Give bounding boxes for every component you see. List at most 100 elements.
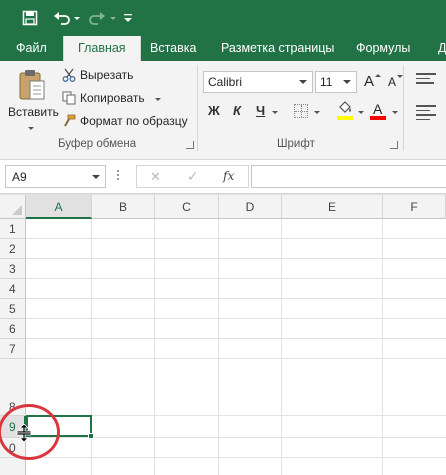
fill-handle[interactable] (88, 433, 94, 439)
format-painter-icon (64, 114, 76, 127)
font-color-letter: A (373, 101, 383, 117)
copy-button[interactable]: Копировать (62, 90, 192, 110)
tab-home[interactable]: Главная (63, 36, 141, 61)
group-separator (197, 65, 198, 151)
formula-buttons: ✕ ✓ fx (136, 165, 249, 188)
underline-dropdown-icon[interactable] (272, 111, 278, 114)
paste-dropdown-icon[interactable] (28, 127, 34, 130)
font-color-dropdown-icon[interactable] (392, 111, 398, 114)
paste-icon (19, 70, 45, 100)
row-header-4[interactable]: 4 (0, 279, 26, 299)
font-name-value: Calibri (208, 75, 243, 89)
cut-label: Вырезать (80, 68, 134, 82)
font-group-label: Шрифт (277, 138, 315, 150)
gridline (26, 318, 446, 319)
font-size-combo[interactable]: 11 (315, 71, 357, 93)
underline-button[interactable]: Ч (256, 103, 265, 118)
tab-insert[interactable]: Вставка (150, 36, 196, 61)
formula-input[interactable] (251, 165, 446, 188)
tab-formulas[interactable]: Формулы (356, 36, 410, 61)
insert-function-icon[interactable]: fx (223, 169, 234, 183)
row-header-6[interactable]: 6 (0, 319, 26, 339)
row-resize-cursor-icon (16, 424, 32, 442)
ribbon-tabs: Файл Главная Вставка Разметка страницы Ф… (0, 36, 446, 61)
worksheet-grid: A B C D E F 1 2 3 4 5 6 7 8 9 0 (0, 194, 446, 475)
ribbon-home: Вставить Вырезать Копировать Формат по о… (0, 61, 446, 160)
fill-color-button[interactable] (337, 101, 355, 123)
font-color-button[interactable]: A (370, 101, 388, 123)
format-painter-button[interactable]: Формат по образцу (62, 113, 192, 133)
increase-arrow-icon (375, 74, 381, 77)
shrink-font-label: A (388, 75, 397, 89)
undo-dropdown-icon[interactable] (72, 8, 82, 28)
font-name-combo[interactable]: Calibri (203, 71, 313, 93)
copy-dropdown-icon[interactable] (155, 98, 161, 101)
column-header-f[interactable]: F (383, 195, 446, 219)
align-left-icon[interactable] (416, 105, 436, 120)
row-header-1[interactable]: 1 (0, 219, 26, 239)
grow-font-button[interactable]: A (364, 73, 382, 91)
tab-page-layout[interactable]: Разметка страницы (221, 36, 334, 61)
chevron-down-icon (92, 175, 100, 179)
cancel-icon[interactable]: ✕ (150, 169, 161, 185)
tab-data[interactable]: Д (438, 36, 446, 61)
gridline (26, 258, 446, 259)
gridline (26, 238, 446, 239)
chevron-down-icon (299, 80, 307, 84)
clipboard-group-label: Буфер обмена (58, 138, 137, 150)
gridline (26, 278, 446, 279)
copy-label: Копировать (80, 91, 145, 105)
scissors-icon (62, 68, 76, 82)
column-header-b[interactable]: B (92, 195, 155, 219)
paste-label: Вставить (8, 105, 59, 119)
redo-dropdown-icon[interactable] (108, 8, 118, 28)
gridline (26, 338, 446, 339)
font-launcher-icon[interactable] (390, 141, 398, 149)
row-header-3[interactable]: 3 (0, 259, 26, 279)
customize-qat-icon[interactable] (122, 8, 134, 28)
redo-icon[interactable] (86, 8, 108, 28)
align-top-icon[interactable] (416, 73, 436, 87)
row-header-5[interactable]: 5 (0, 299, 26, 319)
cut-button[interactable]: Вырезать (62, 67, 192, 87)
name-box[interactable]: A9 (5, 165, 106, 188)
paint-bucket-icon (339, 101, 351, 113)
gridline (26, 298, 446, 299)
row-header-11[interactable] (0, 458, 26, 475)
borders-icon[interactable] (294, 104, 308, 118)
borders-dropdown-icon[interactable] (314, 111, 320, 114)
enter-icon[interactable]: ✓ (187, 168, 199, 185)
undo-icon[interactable] (50, 8, 74, 28)
gridline (26, 457, 446, 458)
quick-access-toolbar (0, 0, 446, 36)
row-header-8[interactable]: 8 (0, 359, 26, 416)
row-header-2[interactable]: 2 (0, 239, 26, 259)
column-header-d[interactable]: D (219, 195, 282, 219)
bold-button[interactable]: Ж (208, 103, 220, 118)
excel-window: Файл Главная Вставка Разметка страницы Ф… (0, 0, 446, 475)
column-header-a[interactable]: A (26, 195, 92, 219)
chevron-down-icon (343, 80, 351, 84)
clipboard-launcher-icon[interactable] (186, 141, 194, 149)
column-header-e[interactable]: E (282, 195, 383, 219)
save-icon[interactable] (20, 8, 40, 28)
italic-button[interactable]: К (233, 103, 241, 118)
active-cell-a9[interactable] (26, 415, 92, 437)
gridline (26, 358, 446, 359)
select-all-button[interactable] (0, 195, 26, 219)
font-size-value: 11 (320, 75, 333, 89)
resize-handle-icon[interactable] (117, 170, 120, 184)
font-color-swatch (370, 116, 386, 120)
fill-color-dropdown-icon[interactable] (358, 111, 364, 114)
copy-icon (62, 91, 76, 105)
tab-file[interactable]: Файл (16, 36, 47, 61)
grow-font-label: A (364, 73, 375, 90)
row-header-7[interactable]: 7 (0, 339, 26, 359)
paste-button[interactable]: Вставить (8, 65, 59, 135)
formula-bar: A9 ✕ ✓ fx (0, 160, 446, 194)
format-painter-label: Формат по образцу (80, 114, 188, 128)
group-separator (403, 65, 404, 151)
fill-color-swatch (337, 116, 353, 120)
column-header-c[interactable]: C (155, 195, 219, 219)
name-box-value: A9 (12, 170, 27, 184)
